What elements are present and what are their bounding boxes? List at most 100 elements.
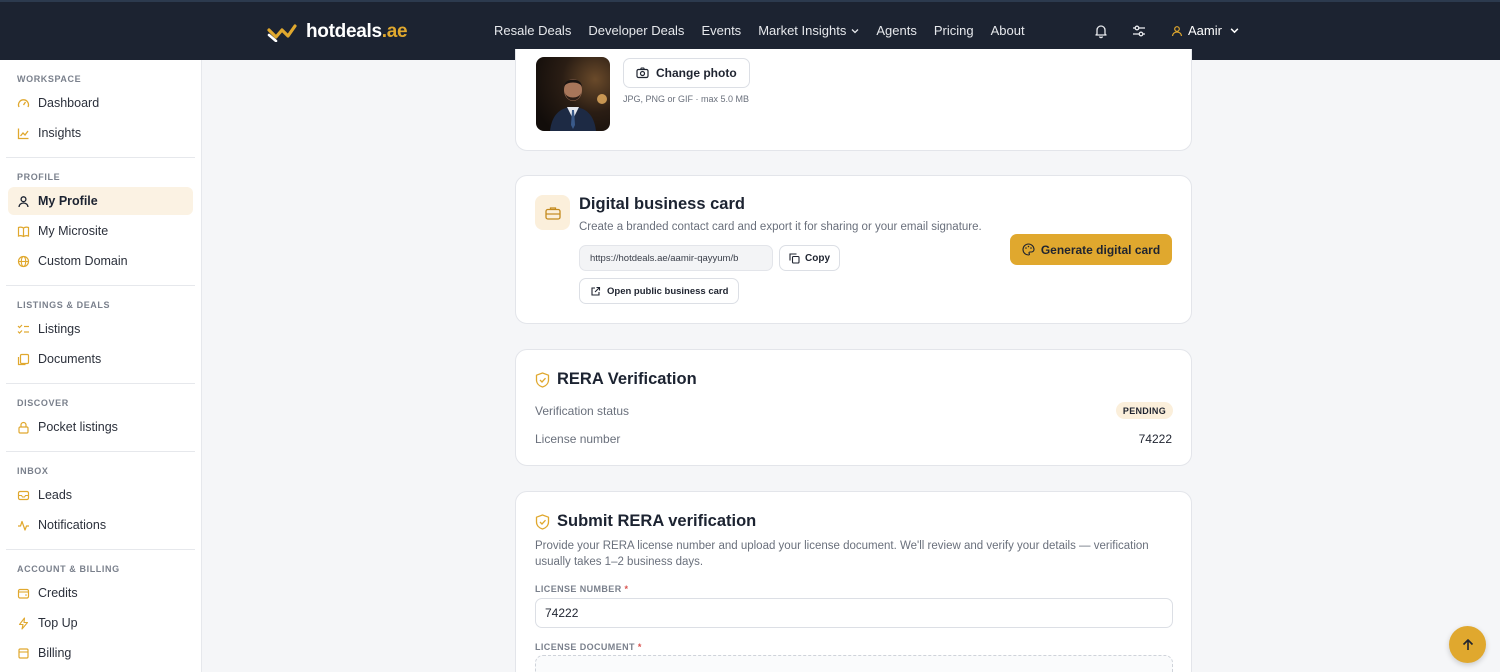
- sidebar-item-label: Insights: [38, 126, 82, 140]
- sidebar-item-label: Credits: [38, 586, 78, 600]
- profile-photo-card: Change photo JPG, PNG or GIF · max 5.0 M…: [515, 49, 1192, 151]
- nav-about[interactable]: About: [991, 23, 1025, 38]
- line-chart-icon: [17, 128, 29, 139]
- camera-icon: [636, 67, 649, 79]
- brand-name: hotdeals.ae: [306, 21, 408, 42]
- nav-resale-deals[interactable]: Resale Deals: [494, 23, 571, 38]
- nav-developer-deals[interactable]: Developer Deals: [588, 23, 684, 38]
- sidebar-section-billing: ACCOUNT & BILLING Credits Top Up Billing: [0, 550, 201, 667]
- profile-photo: [536, 57, 610, 131]
- activity-icon: [18, 520, 29, 531]
- sidebar-section-title: INBOX: [17, 466, 49, 476]
- nav-pricing[interactable]: Pricing: [934, 23, 974, 38]
- shield-check-icon: [535, 513, 550, 530]
- sidebar-item-label: Leads: [38, 488, 73, 502]
- user-icon: [1171, 25, 1183, 36]
- sidebar-item-label: Billing: [38, 646, 72, 660]
- copy-url-button[interactable]: Copy: [779, 245, 840, 271]
- lightning-icon: [18, 616, 29, 630]
- sidebar-item-custom-domain[interactable]: Custom Domain: [8, 247, 193, 275]
- sidebar-item-my-profile[interactable]: My Profile: [8, 187, 193, 215]
- license-number-input[interactable]: [535, 598, 1173, 628]
- sidebar-section-title: PROFILE: [17, 172, 61, 182]
- globe-icon: [17, 255, 30, 267]
- open-public-card-label: Open public business card: [607, 285, 729, 297]
- sidebar-item-label: Listings: [38, 322, 81, 336]
- license-document-field-label-text: LICENSE DOCUMENT: [535, 642, 635, 652]
- scroll-to-top-button[interactable]: [1449, 626, 1486, 663]
- nav-market-insights[interactable]: Market Insights: [758, 23, 859, 38]
- sidebar-item-billing[interactable]: Billing: [8, 639, 193, 667]
- logo-icon: [267, 24, 297, 42]
- sidebar-section-inbox: INBOX Leads Notifications: [0, 452, 201, 539]
- chevron-down-icon: [1230, 28, 1239, 34]
- copy-icon: [789, 252, 800, 264]
- receipt-icon: [18, 647, 29, 659]
- required-mark: *: [637, 642, 642, 652]
- brand-logo[interactable]: hotdeals.ae: [267, 19, 408, 45]
- settings-sliders-icon[interactable]: [1131, 23, 1147, 39]
- sidebar-item-dashboard[interactable]: Dashboard: [8, 89, 193, 117]
- license-document-dropzone[interactable]: [535, 655, 1173, 672]
- rera-verification-title: RERA Verification: [557, 370, 697, 388]
- briefcase-icon: [544, 206, 561, 220]
- palette-icon: [1022, 243, 1035, 256]
- bell-icon[interactable]: [1093, 23, 1109, 39]
- open-public-card-button[interactable]: Open public business card: [579, 278, 740, 304]
- inbox-icon: [17, 490, 30, 500]
- business-card-panel: Digital business card Create a branded c…: [515, 175, 1192, 324]
- sidebar-section-title: LISTINGS & DEALS: [17, 300, 111, 310]
- license-number-field-label-text: LICENSE NUMBER: [535, 584, 622, 594]
- sidebar-section-discover: DISCOVER Pocket listings: [0, 384, 201, 441]
- sidebar-item-credits[interactable]: Credits: [8, 579, 193, 607]
- lock-icon: [18, 421, 29, 434]
- generate-digital-card-label: Generate digital card: [1040, 242, 1161, 257]
- sidebar-item-my-microsite[interactable]: My Microsite: [8, 217, 193, 245]
- submit-rera-description: Provide your RERA license number and upl…: [535, 540, 1149, 568]
- sidebar-item-pocket-listings[interactable]: Pocket listings: [8, 413, 193, 441]
- sidebar-section-title: ACCOUNT & BILLING: [17, 564, 120, 574]
- sidebar-item-label: Notifications: [38, 518, 107, 532]
- status-badge: PENDING: [1115, 402, 1173, 419]
- sidebar: WORKSPACE Dashboard Insights PROFILE My …: [0, 60, 202, 672]
- nav-agents[interactable]: Agents: [876, 23, 916, 38]
- nav-events[interactable]: Events: [701, 23, 741, 38]
- sidebar-item-top-up[interactable]: Top Up: [8, 609, 193, 637]
- wallet-icon: [17, 588, 30, 599]
- sidebar-item-insights[interactable]: Insights: [8, 119, 193, 147]
- briefcase-icon-badge: [535, 195, 570, 230]
- sidebar-section-workspace: WORKSPACE Dashboard Insights: [0, 60, 201, 147]
- book-icon: [17, 226, 30, 237]
- license-number-label: License number: [535, 432, 621, 446]
- arrow-up-icon: [1462, 638, 1473, 650]
- user-name: Aamir: [1188, 23, 1222, 38]
- sidebar-item-documents[interactable]: Documents: [8, 345, 193, 373]
- sidebar-item-label: Documents: [38, 352, 102, 366]
- sidebar-item-label: My Microsite: [38, 224, 109, 238]
- rera-verification-card: RERA Verification Verification status PE…: [515, 349, 1192, 466]
- nav-market-insights-label: Market Insights: [758, 23, 847, 38]
- sidebar-section-title: DISCOVER: [17, 398, 69, 408]
- business-card-url-field[interactable]: https://hotdeals.ae/aamir-qayyum/b: [579, 245, 773, 271]
- gauge-icon: [17, 98, 30, 107]
- sidebar-item-listings[interactable]: Listings: [8, 315, 193, 343]
- sidebar-item-leads[interactable]: Leads: [8, 481, 193, 509]
- sidebar-section-profile: PROFILE My Profile My Microsite Custom D…: [0, 158, 201, 275]
- sidebar-item-label: Dashboard: [38, 96, 100, 110]
- profile-photo-image: [536, 57, 610, 131]
- sidebar-item-label: Pocket listings: [38, 420, 118, 434]
- user-menu[interactable]: Aamir: [1171, 23, 1239, 38]
- shield-check-icon: [535, 371, 550, 388]
- sidebar-section-title: WORKSPACE: [17, 74, 82, 84]
- license-document-field-label: LICENSE DOCUMENT *: [535, 642, 642, 652]
- business-card-description: Create a branded contact card and export…: [579, 221, 982, 233]
- sidebar-section-listings: LISTINGS & DEALS Listings Documents: [0, 286, 201, 373]
- sidebar-item-notifications[interactable]: Notifications: [8, 511, 193, 539]
- submit-rera-card: Submit RERA verification Provide your RE…: [515, 491, 1192, 672]
- main-nav: Resale Deals Developer Deals Events Mark…: [494, 23, 1025, 38]
- copy-label: Copy: [805, 252, 830, 264]
- change-photo-button[interactable]: Change photo: [623, 58, 750, 88]
- verification-status-label: Verification status: [535, 404, 630, 418]
- generate-digital-card-button[interactable]: Generate digital card: [1010, 234, 1172, 265]
- sidebar-item-label: My Profile: [38, 194, 98, 208]
